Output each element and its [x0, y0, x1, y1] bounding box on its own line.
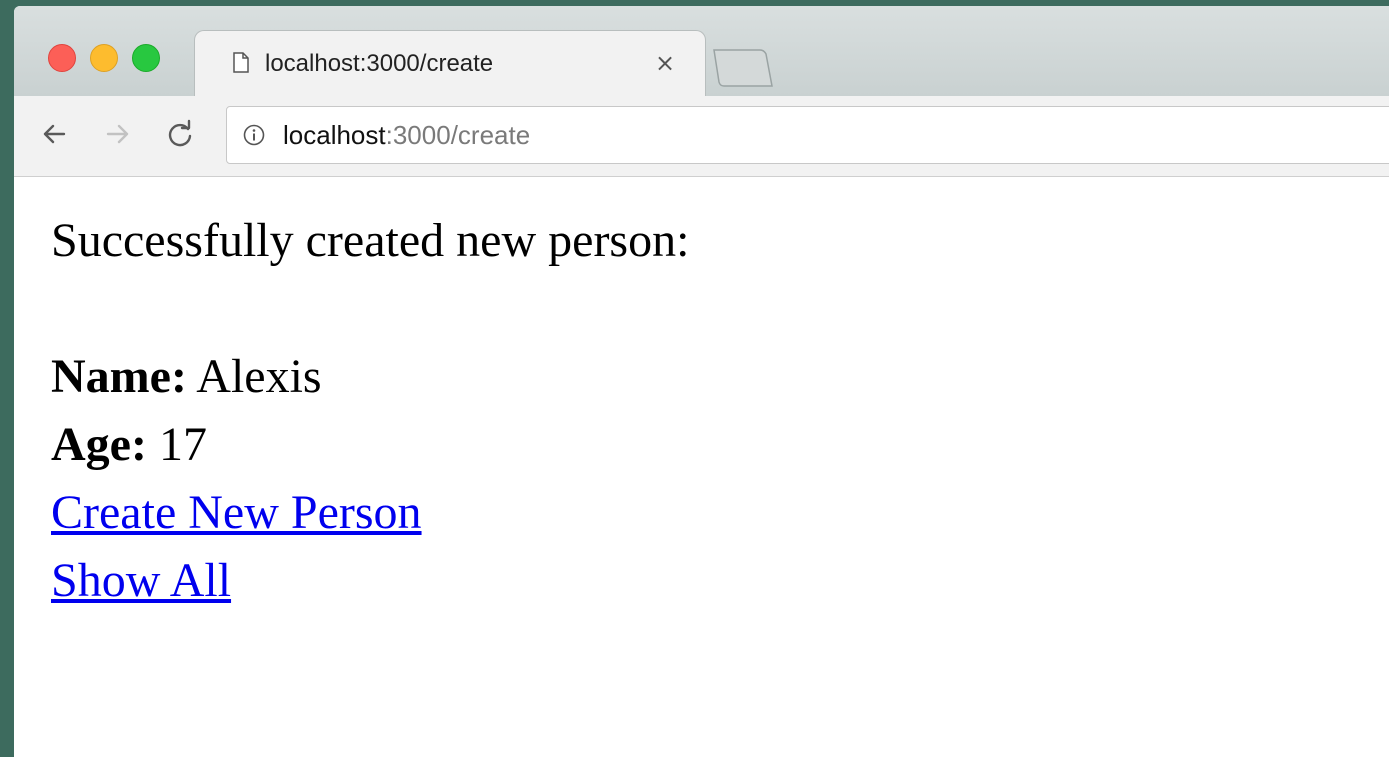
age-row: Age: 17 [51, 411, 689, 479]
forward-arrow-icon[interactable] [102, 118, 134, 150]
url-host: localhost [283, 120, 386, 150]
url-path: :3000/create [385, 120, 531, 150]
create-link-row: Create New Person [51, 479, 689, 547]
tab-title: localhost:3000/create [265, 50, 494, 77]
reload-icon[interactable] [164, 118, 196, 150]
window-minimize-button[interactable] [90, 44, 118, 72]
create-new-person-link[interactable]: Create New Person [51, 486, 422, 539]
page-icon [233, 52, 249, 73]
new-tab-button[interactable] [712, 48, 774, 88]
show-all-link-row: Show All [51, 547, 689, 615]
age-value: 17 [146, 418, 207, 471]
info-icon[interactable] [243, 124, 265, 146]
show-all-link[interactable]: Show All [51, 554, 231, 607]
title-bar: localhost:3000/create × [14, 6, 1389, 97]
name-value: Alexis [186, 350, 322, 403]
name-label: Name: [51, 350, 187, 403]
browser-window: localhost:3000/create × localhost:3000/c… [14, 6, 1389, 757]
tab-close-icon[interactable]: × [655, 49, 675, 77]
url-text[interactable]: localhost:3000/create [283, 120, 530, 151]
address-bar[interactable]: localhost:3000/create [226, 106, 1389, 164]
window-close-button[interactable] [48, 44, 76, 72]
back-arrow-icon[interactable] [38, 118, 70, 150]
browser-toolbar: localhost:3000/create [14, 96, 1389, 177]
age-label: Age: [51, 418, 147, 471]
window-maximize-button[interactable] [132, 44, 160, 72]
page-content: Successfully created new person: Name: A… [14, 177, 1389, 757]
name-row: Name: Alexis [51, 343, 689, 411]
success-message: Successfully created new person: [51, 214, 690, 267]
browser-tab[interactable]: localhost:3000/create × [194, 30, 706, 97]
content-body: Successfully created new person: Name: A… [51, 207, 689, 615]
